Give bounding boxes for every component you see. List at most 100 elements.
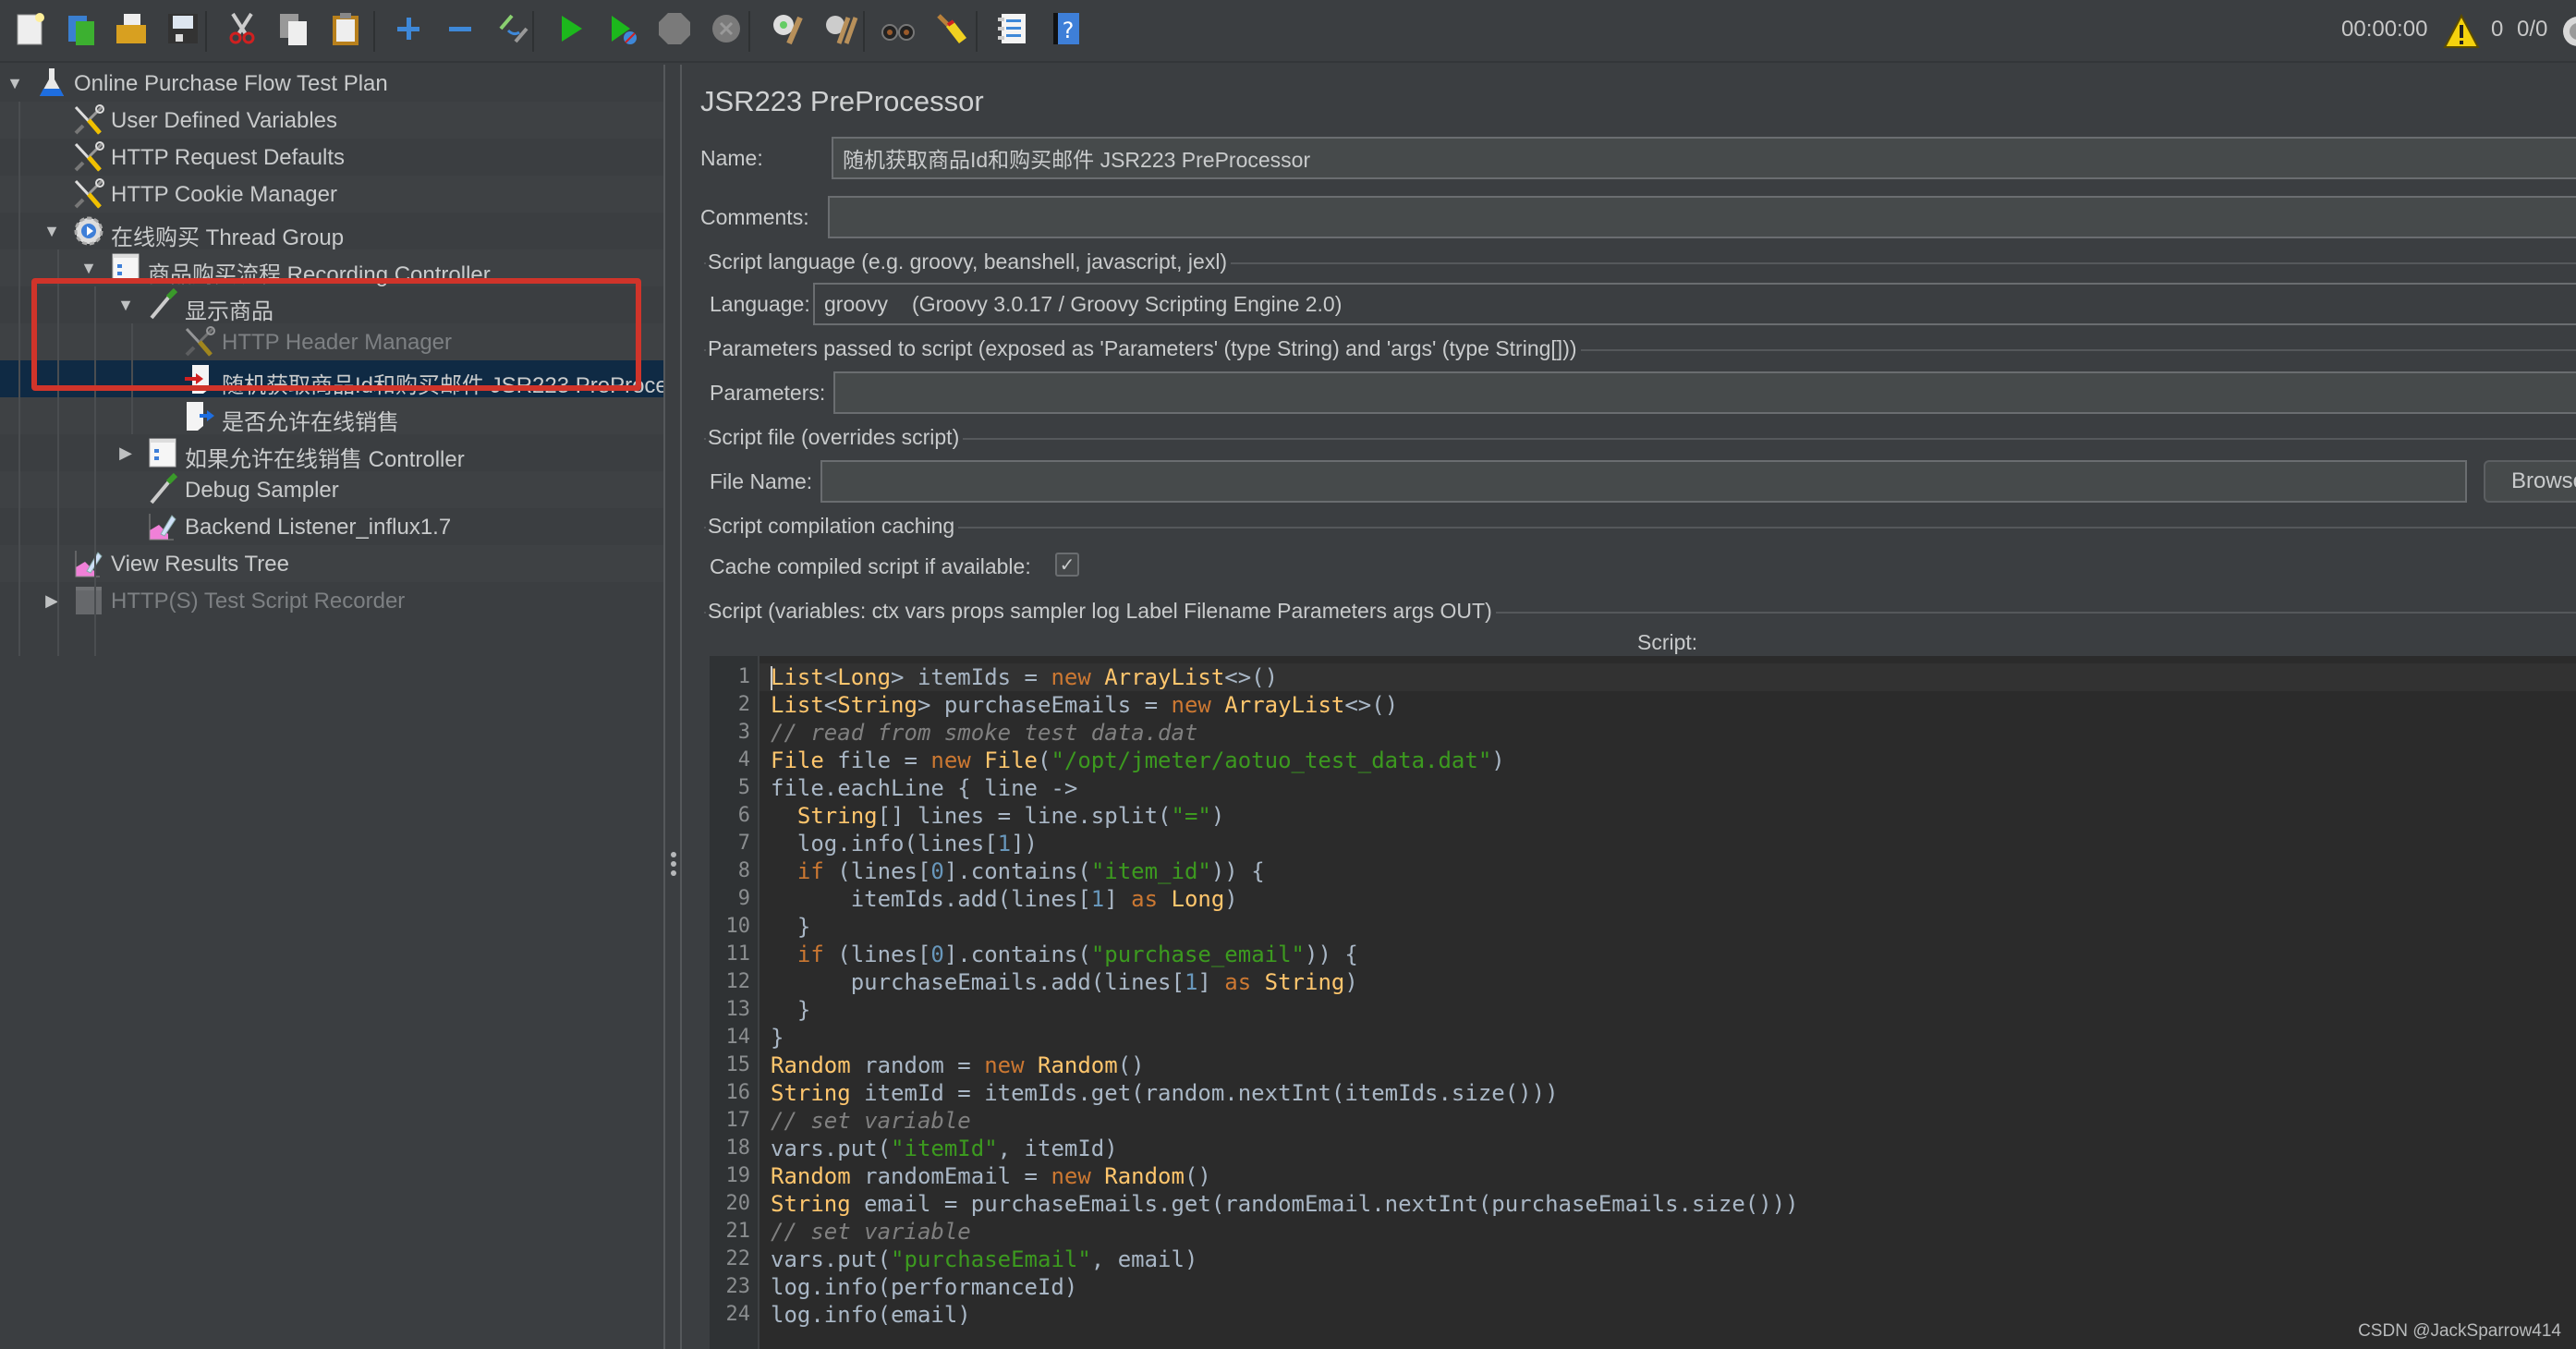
line-number: 19 <box>725 1164 751 1187</box>
code-token: ( <box>1037 747 1051 773</box>
code-line[interactable]: } <box>771 913 810 941</box>
test-plan-icon <box>35 67 68 100</box>
help-button[interactable]: ? <box>1046 11 1087 52</box>
tree-item[interactable]: HTTP Cookie Manager <box>0 176 663 213</box>
code-token: log.info(lines[ <box>771 831 998 857</box>
search-button[interactable] <box>878 11 918 52</box>
tree-item[interactable]: ▼ 在线购买 Thread Group <box>0 213 663 250</box>
tree-item[interactable]: User Defined Variables <box>0 102 663 139</box>
file-name-field[interactable] <box>820 460 2467 503</box>
tree-item[interactable]: ▶ 如果允许在线销售 Controller <box>0 434 663 472</box>
listener-icon <box>72 547 105 580</box>
code-line[interactable]: vars.put("purchaseEmail", email) <box>771 1246 1197 1273</box>
code-line[interactable]: if (lines[0].contains("purchase_email"))… <box>771 941 1358 968</box>
code-token: Random <box>1038 1052 1118 1078</box>
start-button[interactable] <box>551 11 591 52</box>
tree-item[interactable]: ▶ HTTP(S) Test Script Recorder <box>0 582 663 619</box>
comments-field[interactable] <box>828 196 2576 238</box>
parameters-field[interactable] <box>833 371 2576 414</box>
code-line[interactable]: // read from smoke test data.dat <box>771 719 1197 747</box>
file-name-label: File Name: <box>710 469 813 493</box>
code-line[interactable]: log.info(performanceId) <box>771 1273 1077 1301</box>
code-line[interactable]: if (lines[0].contains("item_id")) { <box>771 857 1265 885</box>
toggle-button[interactable] <box>492 11 532 52</box>
cache-label: Cache compiled script if available: <box>710 554 1031 578</box>
split-pane-divider[interactable] <box>663 65 682 1349</box>
tree-item[interactable]: Backend Listener_influx1.7 <box>0 508 663 545</box>
tree-item-label: HTTP(S) Test Script Recorder <box>111 589 406 614</box>
code-line[interactable]: String email = purchaseEmails.get(random… <box>771 1190 1799 1218</box>
cut-button[interactable] <box>222 11 262 52</box>
code-token: ArrayList <box>1224 692 1345 718</box>
line-number: 22 <box>725 1247 751 1270</box>
language-select[interactable]: groovy (Groovy 3.0.17 / Groovy Scripting… <box>813 283 2576 325</box>
cut-icon <box>224 10 261 54</box>
tree-item[interactable]: HTTP Request Defaults <box>0 139 663 176</box>
code-token: as <box>1131 886 1172 912</box>
code-token: , itemId) <box>997 1136 1118 1161</box>
code-token: ].contains( <box>943 942 1091 967</box>
tree-item[interactable]: ▼ Online Purchase Flow Test Plan <box>0 65 663 102</box>
tree-item[interactable]: View Results Tree <box>0 545 663 582</box>
collapse-button[interactable] <box>440 11 480 52</box>
clear-all-icon <box>822 10 859 54</box>
templates-button[interactable] <box>61 11 102 52</box>
code-line[interactable]: String[] lines = line.split("=") <box>771 802 1224 830</box>
code-line[interactable]: purchaseEmails.add(lines[1] as String) <box>771 968 1358 996</box>
code-line[interactable]: File file = new File("/opt/jmeter/aotuo_… <box>771 747 1505 774</box>
open-button[interactable] <box>111 11 152 52</box>
stop-button[interactable] <box>654 11 695 52</box>
expand-button[interactable] <box>388 11 429 52</box>
code-line[interactable]: String itemId = itemIds.get(random.nextI… <box>771 1079 1559 1107</box>
code-line[interactable]: // set variable <box>771 1107 971 1135</box>
svg-text:?: ? <box>1063 18 1075 43</box>
code-line[interactable]: } <box>771 996 810 1024</box>
warning-icon[interactable] <box>2443 11 2480 52</box>
paste-button[interactable] <box>325 11 366 52</box>
code-line[interactable]: // set variable <box>771 1218 971 1246</box>
name-field[interactable]: 随机获取商品Id和购买邮件 JSR223 PreProcessor <box>832 137 2576 179</box>
reset-search-button[interactable] <box>931 11 972 52</box>
clear-button[interactable] <box>767 11 808 52</box>
code-line[interactable]: log.info(email) <box>771 1301 971 1329</box>
code-line[interactable]: Random randomEmail = new Random() <box>771 1162 1211 1190</box>
code-token: () <box>1117 1052 1145 1078</box>
code-token: ) <box>1210 803 1225 829</box>
panel-title: JSR223 PreProcessor <box>700 85 984 117</box>
tree-item[interactable]: 是否允许在线销售 <box>0 397 663 435</box>
code-line[interactable]: List<String> purchaseEmails = new ArrayL… <box>771 691 1398 719</box>
tree-item[interactable]: Debug Sampler <box>0 471 663 508</box>
function-helper-button[interactable] <box>992 11 1033 52</box>
save-button[interactable] <box>163 11 203 52</box>
collapse-toggle-icon[interactable]: ▶ <box>116 444 135 462</box>
browse-button[interactable]: Browse... <box>2484 460 2576 503</box>
code-line[interactable]: file.eachLine { line -> <box>771 774 1077 802</box>
code-line[interactable]: Random random = new Random() <box>771 1051 1145 1079</box>
language-label: Language: <box>710 292 810 316</box>
code-token: String <box>837 692 917 718</box>
start-no-pauses-button[interactable] <box>602 11 643 52</box>
tree-item-label: Online Purchase Flow Test Plan <box>74 71 388 96</box>
cache-checkbox[interactable]: ✓ <box>1055 553 1079 577</box>
code-token: 1 <box>997 831 1012 857</box>
code-token: <>() <box>1224 664 1279 690</box>
code-token: if <box>796 858 824 884</box>
expand-toggle-icon[interactable]: ▼ <box>79 259 98 277</box>
code-line[interactable]: List<Long> itemIds = new ArrayList<>() <box>759 663 2576 691</box>
expand-toggle-icon[interactable]: ▼ <box>43 222 61 240</box>
copy-button[interactable] <box>273 11 314 52</box>
code-line[interactable]: log.info(lines[1]) <box>771 830 1038 857</box>
code-token: > itemIds = <box>891 664 1051 690</box>
code-line[interactable]: } <box>771 1024 784 1051</box>
code-token: log.info(email) <box>771 1302 971 1328</box>
code-token: , email) <box>1090 1246 1198 1272</box>
expand-toggle-icon[interactable]: ▼ <box>6 74 24 92</box>
code-token: ) <box>1491 747 1505 773</box>
code-line[interactable]: itemIds.add(lines[1] as Long) <box>771 885 1238 913</box>
shutdown-button[interactable] <box>706 11 747 52</box>
new-button[interactable] <box>9 11 50 52</box>
code-token: String <box>1264 969 1345 995</box>
clear-all-button[interactable] <box>820 11 861 52</box>
code-line[interactable]: vars.put("itemId", itemId) <box>771 1135 1118 1162</box>
script-editor[interactable]: 1 2 3 4 5 6 7 8 9 10 11 12 13 14 15 16 17 18 19 20 21 22 23 24 … <box>710 656 2576 1349</box>
